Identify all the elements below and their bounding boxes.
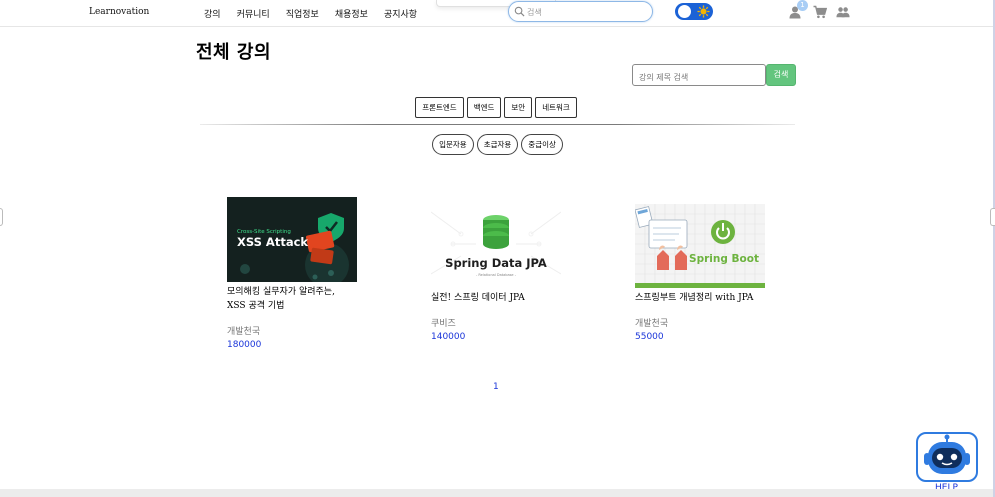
- pagination-page-1[interactable]: 1: [493, 382, 499, 392]
- course-card[interactable]: Spring Data JPA - Relational Database - …: [431, 204, 571, 342]
- menu-item-lectures[interactable]: 강의: [204, 7, 221, 20]
- cart-icon[interactable]: [813, 5, 827, 19]
- notification-badge: 1: [797, 0, 808, 11]
- course-search-input[interactable]: [633, 67, 765, 88]
- thumbnail-title: XSS Attack: [237, 235, 308, 249]
- filter-divider: [200, 124, 795, 125]
- category-filter-row: 프론트엔드 백엔드 보안 네트워크: [0, 97, 995, 118]
- menu-item-recruitment[interactable]: 채용정보: [335, 7, 368, 20]
- course-thumbnail[interactable]: Cross-Site Scripting XSS Attack: [227, 197, 357, 282]
- course-thumbnail[interactable]: Spring Boot: [635, 204, 765, 288]
- top-navbar: Learnovation 강의 커뮤니티 직업정보 채용정보 공지사항 검색 1: [0, 0, 995, 27]
- toggle-knob: [678, 5, 691, 18]
- course-title[interactable]: 실전! 스프링 데이터 JPA: [431, 291, 571, 305]
- page-title: 전체 강의: [196, 42, 272, 63]
- course-thumbnail[interactable]: Spring Data JPA - Relational Database -: [431, 204, 561, 288]
- course-price: 55000: [635, 332, 664, 342]
- global-search-input[interactable]: [527, 5, 647, 19]
- footer-strip: [0, 489, 995, 497]
- level-beginner-button[interactable]: 입문자용: [432, 134, 474, 155]
- menu-item-community[interactable]: 커뮤니티: [237, 7, 270, 20]
- level-intermediate-button[interactable]: 중급이상: [521, 134, 563, 155]
- menu-item-job-info[interactable]: 직업정보: [286, 7, 319, 20]
- course-instructor: 개발천국: [635, 319, 669, 329]
- course-search-button[interactable]: 검색: [766, 64, 796, 86]
- course-title[interactable]: 스프링부트 개념정리 with JPA: [635, 291, 775, 305]
- chatbot-button[interactable]: [916, 432, 978, 482]
- theme-toggle[interactable]: [675, 3, 713, 20]
- course-instructor: 쿠비즈: [431, 319, 456, 329]
- category-network-button[interactable]: 네트워크: [535, 97, 577, 118]
- course-instructor: 개발천국: [227, 327, 261, 337]
- global-search[interactable]: [508, 1, 653, 22]
- thumbnail-title: Spring Boot: [689, 253, 759, 265]
- category-backend-button[interactable]: 백엔드: [466, 97, 502, 118]
- course-search-box[interactable]: [632, 64, 766, 88]
- right-edge-handle[interactable]: [990, 208, 995, 226]
- course-card[interactable]: Spring Boot 스프링부트 개념정리 with JPA 개발천국 550…: [635, 204, 775, 342]
- category-security-button[interactable]: 보안: [504, 97, 533, 118]
- category-frontend-button[interactable]: 프론트엔드: [415, 97, 464, 118]
- course-price: 140000: [431, 332, 466, 342]
- thumbnail-subtitle: - Relational Database -: [476, 273, 517, 277]
- brand-logo[interactable]: Learnovation: [89, 7, 149, 17]
- course-price: 180000: [227, 340, 262, 350]
- sun-icon: [697, 5, 710, 18]
- robot-icon: [924, 434, 970, 474]
- level-elementary-button[interactable]: 초급자용: [476, 134, 519, 155]
- course-title[interactable]: 모의해킹 실무자가 알려주는, XSS 공격 기법: [227, 285, 345, 313]
- group-icon[interactable]: [836, 5, 850, 19]
- menu-item-notices[interactable]: 공지사항: [384, 7, 417, 20]
- level-filter-row: 입문자용 초급자용 중급이상: [0, 134, 995, 155]
- main-menu: 강의 커뮤니티 직업정보 채용정보 공지사항: [204, 7, 433, 20]
- course-card[interactable]: Cross-Site Scripting XSS Attack 모의해킹 실무자…: [227, 197, 367, 350]
- search-icon: [514, 6, 525, 17]
- thumbnail-title: Spring Data JPA: [445, 256, 547, 270]
- left-edge-handle[interactable]: [0, 208, 3, 226]
